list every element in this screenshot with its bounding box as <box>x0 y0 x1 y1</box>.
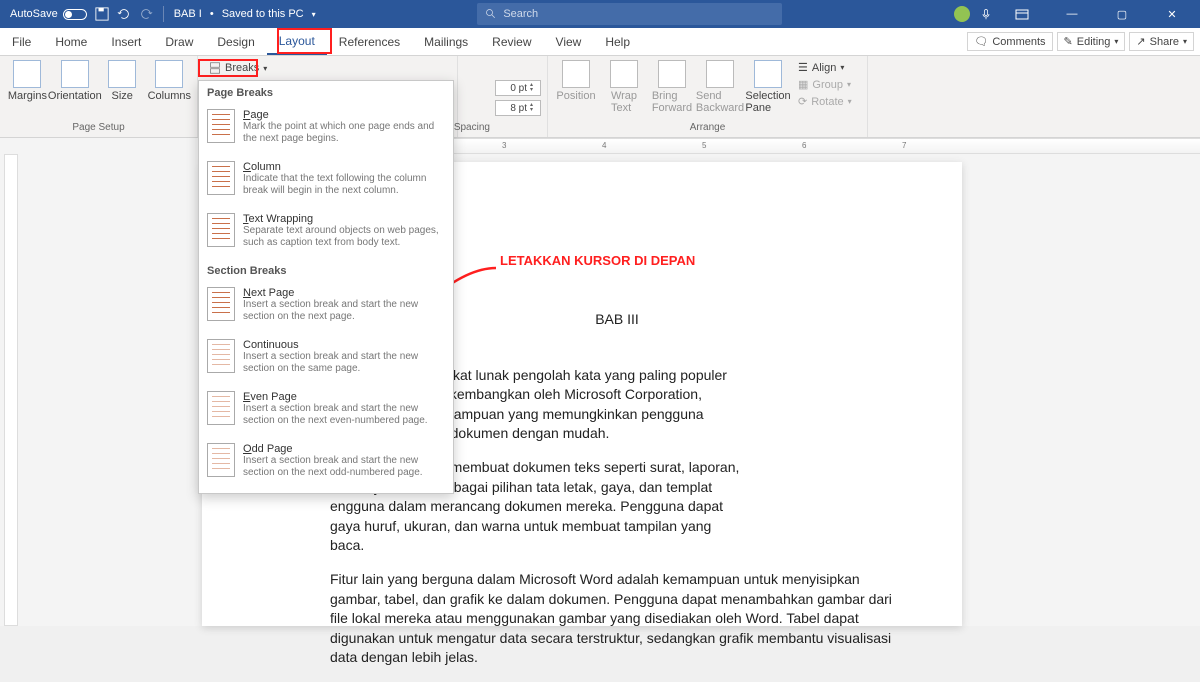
close-button[interactable]: ✕ <box>1152 0 1192 28</box>
continuous-icon <box>207 339 235 373</box>
spacing-before-input[interactable]: 0 pt▴▾ <box>495 80 541 96</box>
odd-page-icon <box>207 443 235 477</box>
tab-view[interactable]: View <box>544 28 594 55</box>
breaks-button[interactable]: Breaks▾ <box>204 60 451 76</box>
toggle-off-icon <box>63 9 87 20</box>
group-icon: ▦ <box>798 78 808 91</box>
search-icon <box>485 8 497 20</box>
ribbon: Margins Orientation Size Columns Page Se… <box>0 56 1200 138</box>
margins-button[interactable]: Margins <box>6 58 49 102</box>
dd-item-continuous[interactable]: ContinuousInsert a section break and sta… <box>199 333 453 385</box>
text-wrapping-icon <box>207 213 235 247</box>
title-separator: • <box>210 8 214 20</box>
saved-status: Saved to this PC <box>222 8 304 20</box>
dd-item-column[interactable]: ColumnIndicate that the text following t… <box>199 155 453 207</box>
tab-draw[interactable]: Draw <box>153 28 205 55</box>
selection-pane-button[interactable]: Selection Pane <box>746 58 790 114</box>
doc-p3: Fitur lain yang berguna dalam Microsoft … <box>330 570 904 668</box>
vertical-ruler[interactable] <box>4 154 18 626</box>
tab-design[interactable]: Design <box>205 28 266 55</box>
comment-icon: 🗨 <box>974 35 988 48</box>
doc-name: BAB I <box>174 8 202 20</box>
autosave-label: AutoSave <box>10 8 58 20</box>
position-button: Position <box>554 58 598 114</box>
share-button[interactable]: ↗Share▾ <box>1129 32 1194 51</box>
tab-home[interactable]: Home <box>43 28 99 55</box>
comments-button[interactable]: 🗨Comments <box>967 32 1052 51</box>
dd-item-odd-page[interactable]: Odd PageInsert a section break and start… <box>199 437 453 489</box>
undo-icon[interactable] <box>117 7 131 21</box>
wrap-text-button: Wrap Text <box>602 58 646 114</box>
autosave-toggle[interactable]: AutoSave <box>10 8 87 20</box>
editing-button[interactable]: ✎Editing▾ <box>1057 32 1126 51</box>
tab-help[interactable]: Help <box>593 28 642 55</box>
spacing-after-input[interactable]: 8 pt▴▾ <box>495 100 541 116</box>
search-input[interactable]: Search <box>477 3 782 25</box>
ribbon-tabs: File Home Insert Draw Design Layout Refe… <box>0 28 1200 56</box>
align-button[interactable]: ☰Align▾ <box>794 60 856 75</box>
share-icon: ↗ <box>1136 35 1145 48</box>
title-bar: AutoSave BAB I • Saved to this PC ▾ Sear… <box>0 0 1200 28</box>
work-area: 1 2 3 4 5 6 7 BAB III n salah satu peran… <box>0 138 1200 626</box>
dd-section-page-breaks: Page Breaks <box>199 81 453 103</box>
pencil-icon: ✎ <box>1064 35 1073 48</box>
dd-item-next-page[interactable]: Next PageInsert a section break and star… <box>199 281 453 333</box>
tab-file[interactable]: File <box>0 28 43 55</box>
user-avatar[interactable] <box>954 6 970 22</box>
column-break-icon <box>207 161 235 195</box>
columns-button[interactable]: Columns <box>148 58 191 102</box>
chevron-down-icon: ▾ <box>1114 37 1118 46</box>
breaks-icon <box>209 62 221 74</box>
rotate-button: ⟳Rotate▾ <box>794 94 856 109</box>
tab-layout[interactable]: Layout <box>267 28 327 55</box>
size-button[interactable]: Size <box>101 58 144 102</box>
tab-references[interactable]: References <box>327 28 412 55</box>
dd-section-section-breaks: Section Breaks <box>199 259 453 281</box>
bring-forward-button: Bring Forward <box>650 58 694 114</box>
tab-insert[interactable]: Insert <box>99 28 153 55</box>
group-label-page-setup: Page Setup <box>6 122 191 135</box>
page-break-icon <box>207 109 235 143</box>
save-icon[interactable] <box>95 7 109 21</box>
breaks-dropdown: Page Breaks PageMark the point at which … <box>198 80 454 494</box>
group-label-arrange: Arrange <box>554 122 861 135</box>
send-backward-button: Send Backward <box>698 58 742 114</box>
orientation-button[interactable]: Orientation <box>53 58 97 102</box>
annotation-text: LETAKKAN KURSOR DI DEPAN <box>500 253 695 268</box>
minimize-button[interactable]: — <box>1052 0 1092 28</box>
chevron-down-icon: ▾ <box>263 64 267 73</box>
redo-icon[interactable] <box>139 7 153 21</box>
even-page-icon <box>207 391 235 425</box>
tab-review[interactable]: Review <box>480 28 543 55</box>
mic-icon[interactable] <box>980 8 992 20</box>
group-button: ▦Group▾ <box>794 77 856 92</box>
chevron-down-icon: ▾ <box>1183 37 1187 46</box>
ribbon-mode-icon[interactable] <box>1002 0 1042 28</box>
tab-mailings[interactable]: Mailings <box>412 28 480 55</box>
next-page-icon <box>207 287 235 321</box>
dd-item-page[interactable]: PageMark the point at which one page end… <box>199 103 453 155</box>
search-placeholder: Search <box>503 8 538 20</box>
dd-item-text-wrapping[interactable]: Text WrappingSeparate text around object… <box>199 207 453 259</box>
rotate-icon: ⟳ <box>798 95 807 108</box>
dd-item-even-page[interactable]: Even PageInsert a section break and star… <box>199 385 453 437</box>
maximize-button[interactable]: ▢ <box>1102 0 1142 28</box>
align-icon: ☰ <box>798 61 808 74</box>
